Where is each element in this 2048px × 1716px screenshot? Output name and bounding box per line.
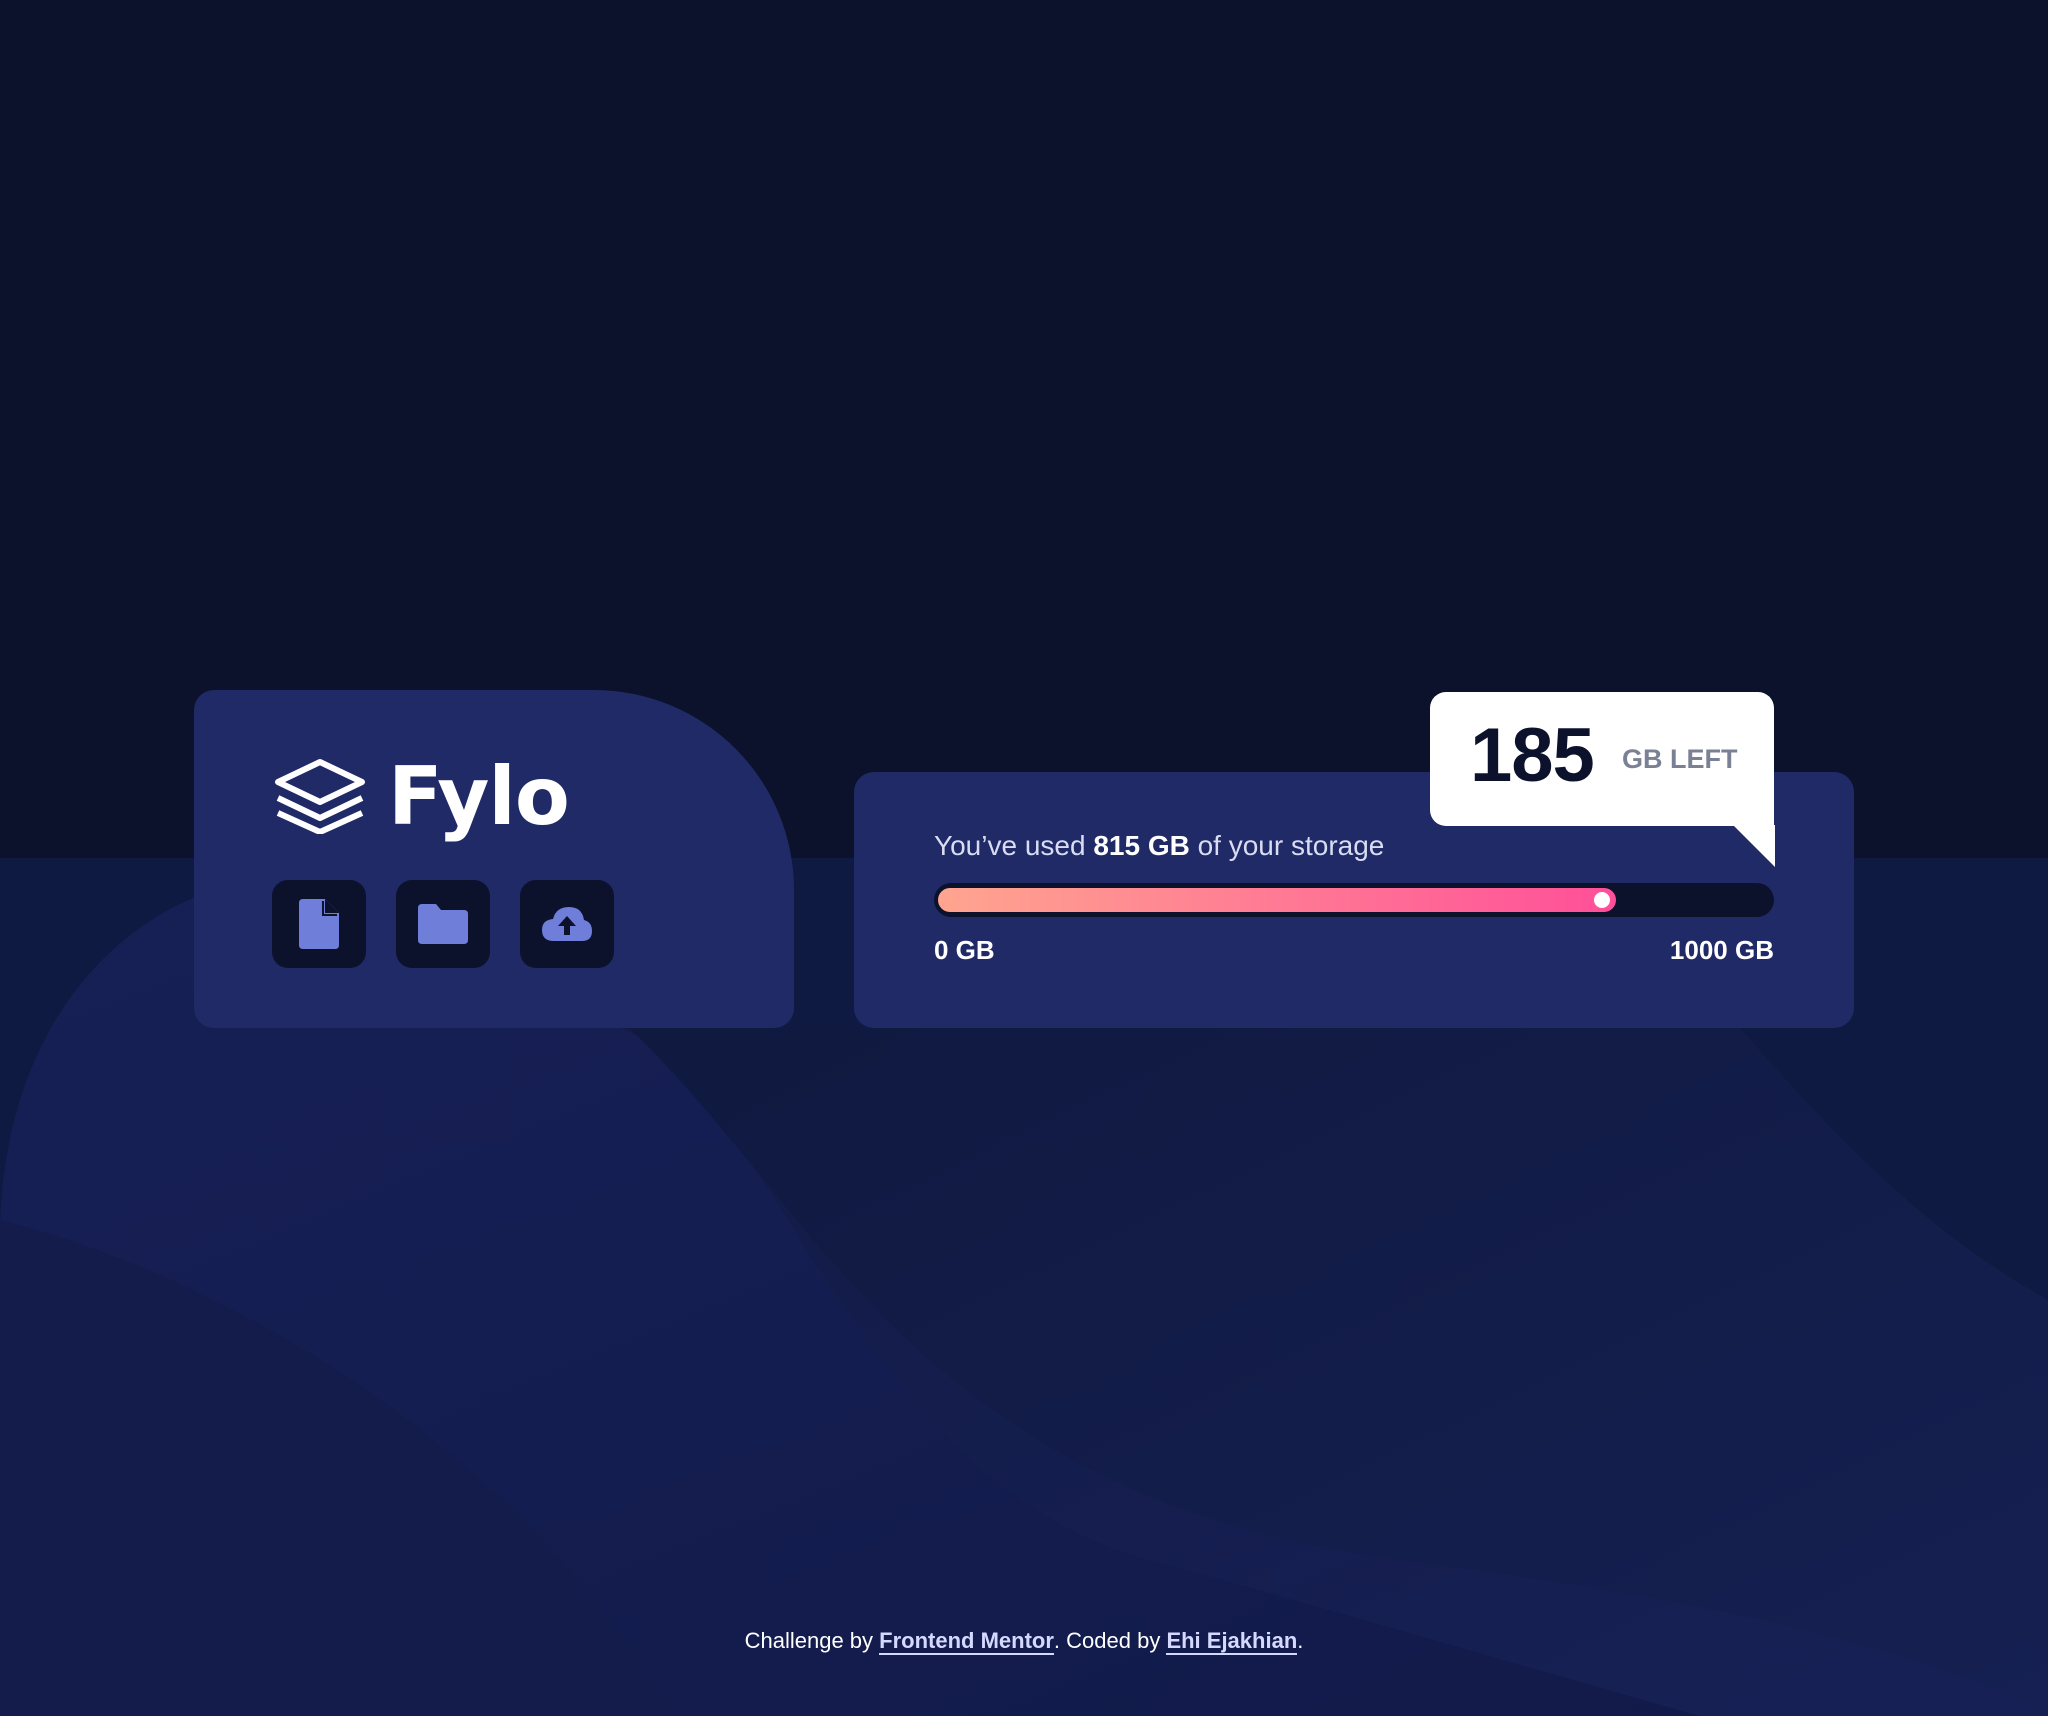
attribution-text-1: Challenge by [744,1628,880,1653]
callout-tail [1733,825,1775,867]
document-button[interactable] [272,880,366,968]
logo: Fylo [272,746,570,846]
usage-text: You’ve used 815 GB of your storage [934,830,1384,862]
document-icon [299,899,339,949]
layers-logo-icon [275,759,365,834]
scale-min-label: 0 GB [934,935,995,965]
brand-card: Fylo [194,690,794,1028]
remaining-number: 185 [1470,713,1595,798]
attribution-text-2: . Coded by [1053,1628,1167,1653]
storage-progress-fill [938,888,1616,912]
usage-suffix: of your storage [1189,830,1385,861]
remaining-unit: GB LEFT [1622,744,1738,774]
storage-progress-track [934,883,1774,917]
tool-bar [272,880,614,968]
upload-button[interactable] [520,880,614,968]
author-link[interactable]: Ehi Ejakhian [1166,1628,1298,1655]
usage-amount: 815 GB [1093,830,1190,861]
cloud-upload-icon [542,907,592,941]
scale-max-label: 1000 GB [1669,935,1774,965]
remaining-callout: 185 GB LEFT [1430,692,1774,826]
attribution: Challenge by Frontend Mentor. Coded by E… [0,1628,2048,1655]
folder-button[interactable] [396,880,490,968]
attribution-text-3: . [1297,1628,1304,1653]
frontend-mentor-link[interactable]: Frontend Mentor [879,1628,1054,1655]
progress-thumb [1594,892,1610,908]
brand-name: Fylo [388,749,570,843]
usage-prefix: You’ve used [934,830,1094,861]
folder-icon [418,904,468,944]
